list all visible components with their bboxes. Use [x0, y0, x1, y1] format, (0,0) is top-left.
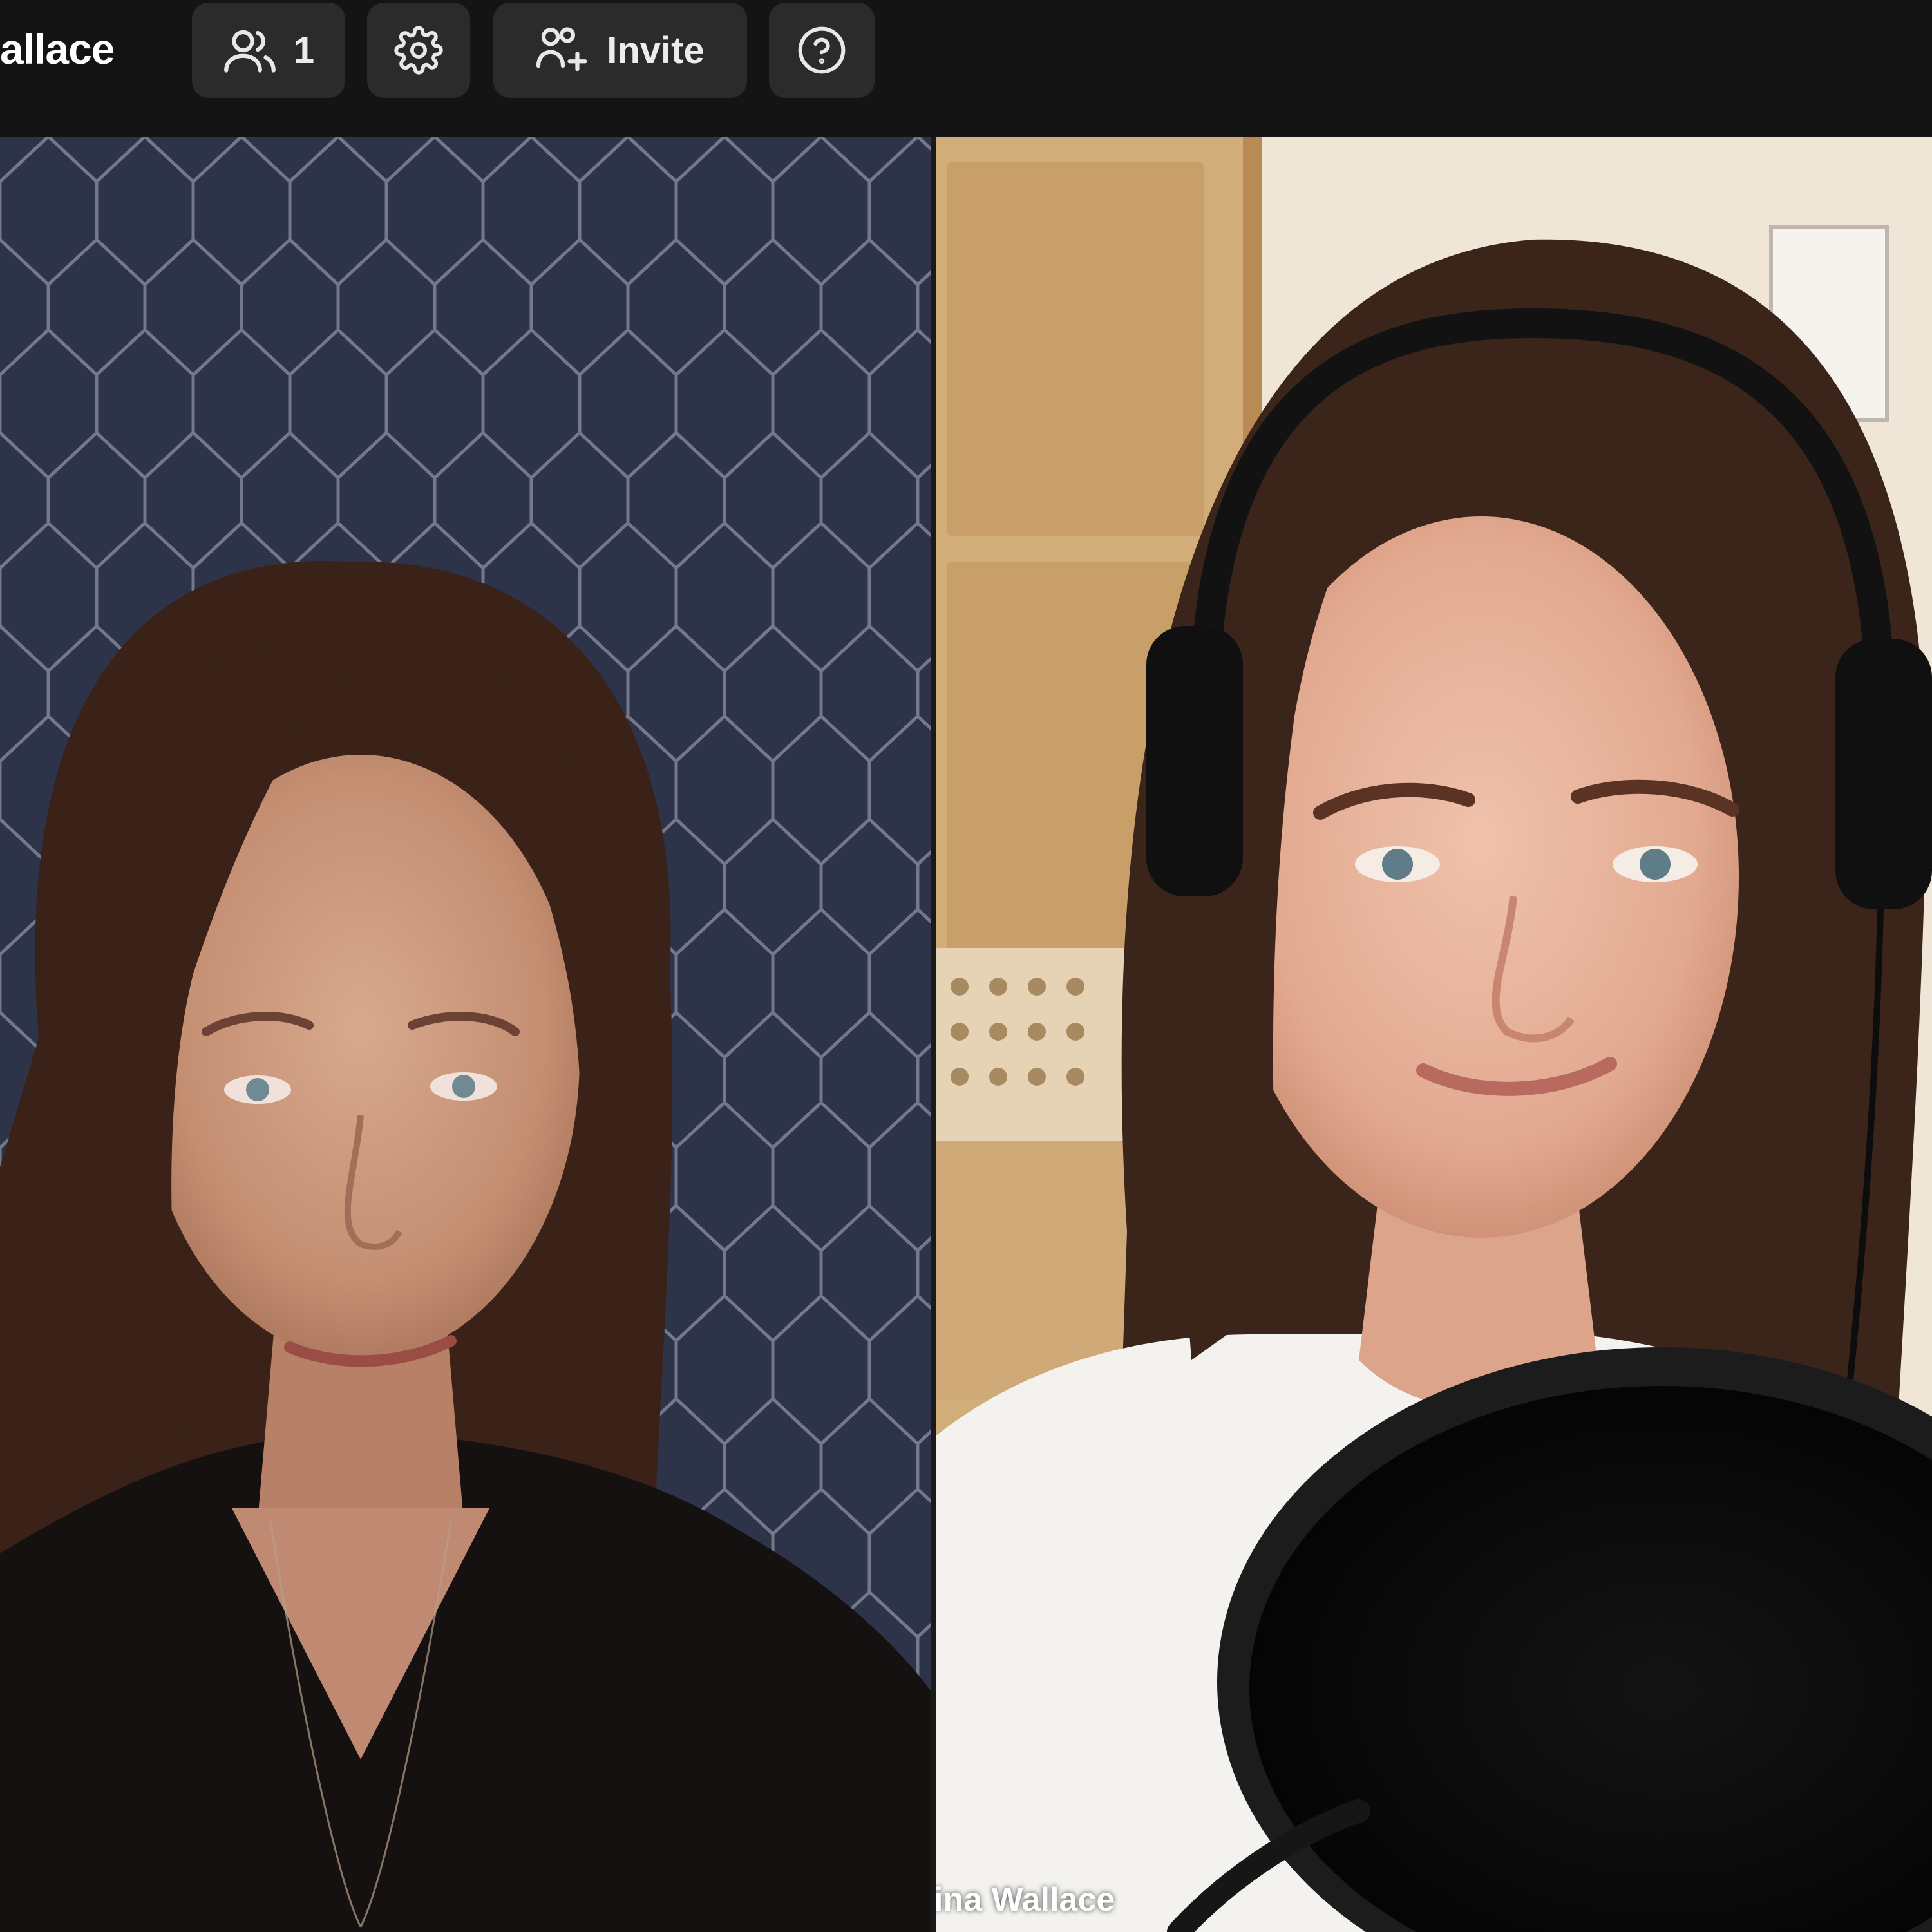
- invite-label: Invite: [607, 29, 705, 71]
- call-toolbar: allace 1 Invite: [0, 0, 1932, 137]
- gear-icon: [394, 26, 443, 75]
- settings-button[interactable]: [367, 3, 470, 98]
- call-title: allace: [0, 25, 115, 73]
- help-button[interactable]: [769, 3, 875, 98]
- tile-divider: [931, 137, 936, 1932]
- participants-count: 1: [293, 29, 315, 71]
- participants-button[interactable]: 1: [192, 3, 345, 98]
- question-circle-icon: [796, 24, 848, 76]
- video-frame-left: [0, 137, 934, 1932]
- user-plus-icon: [536, 26, 590, 75]
- video-frame-right: [934, 137, 1932, 1932]
- participant-name-right: ina Wallace: [934, 1881, 1115, 1918]
- participant-video-left[interactable]: [0, 137, 934, 1932]
- invite-button[interactable]: Invite: [493, 3, 747, 98]
- users-icon: [223, 28, 277, 73]
- participant-video-right[interactable]: ina Wallace: [934, 137, 1932, 1932]
